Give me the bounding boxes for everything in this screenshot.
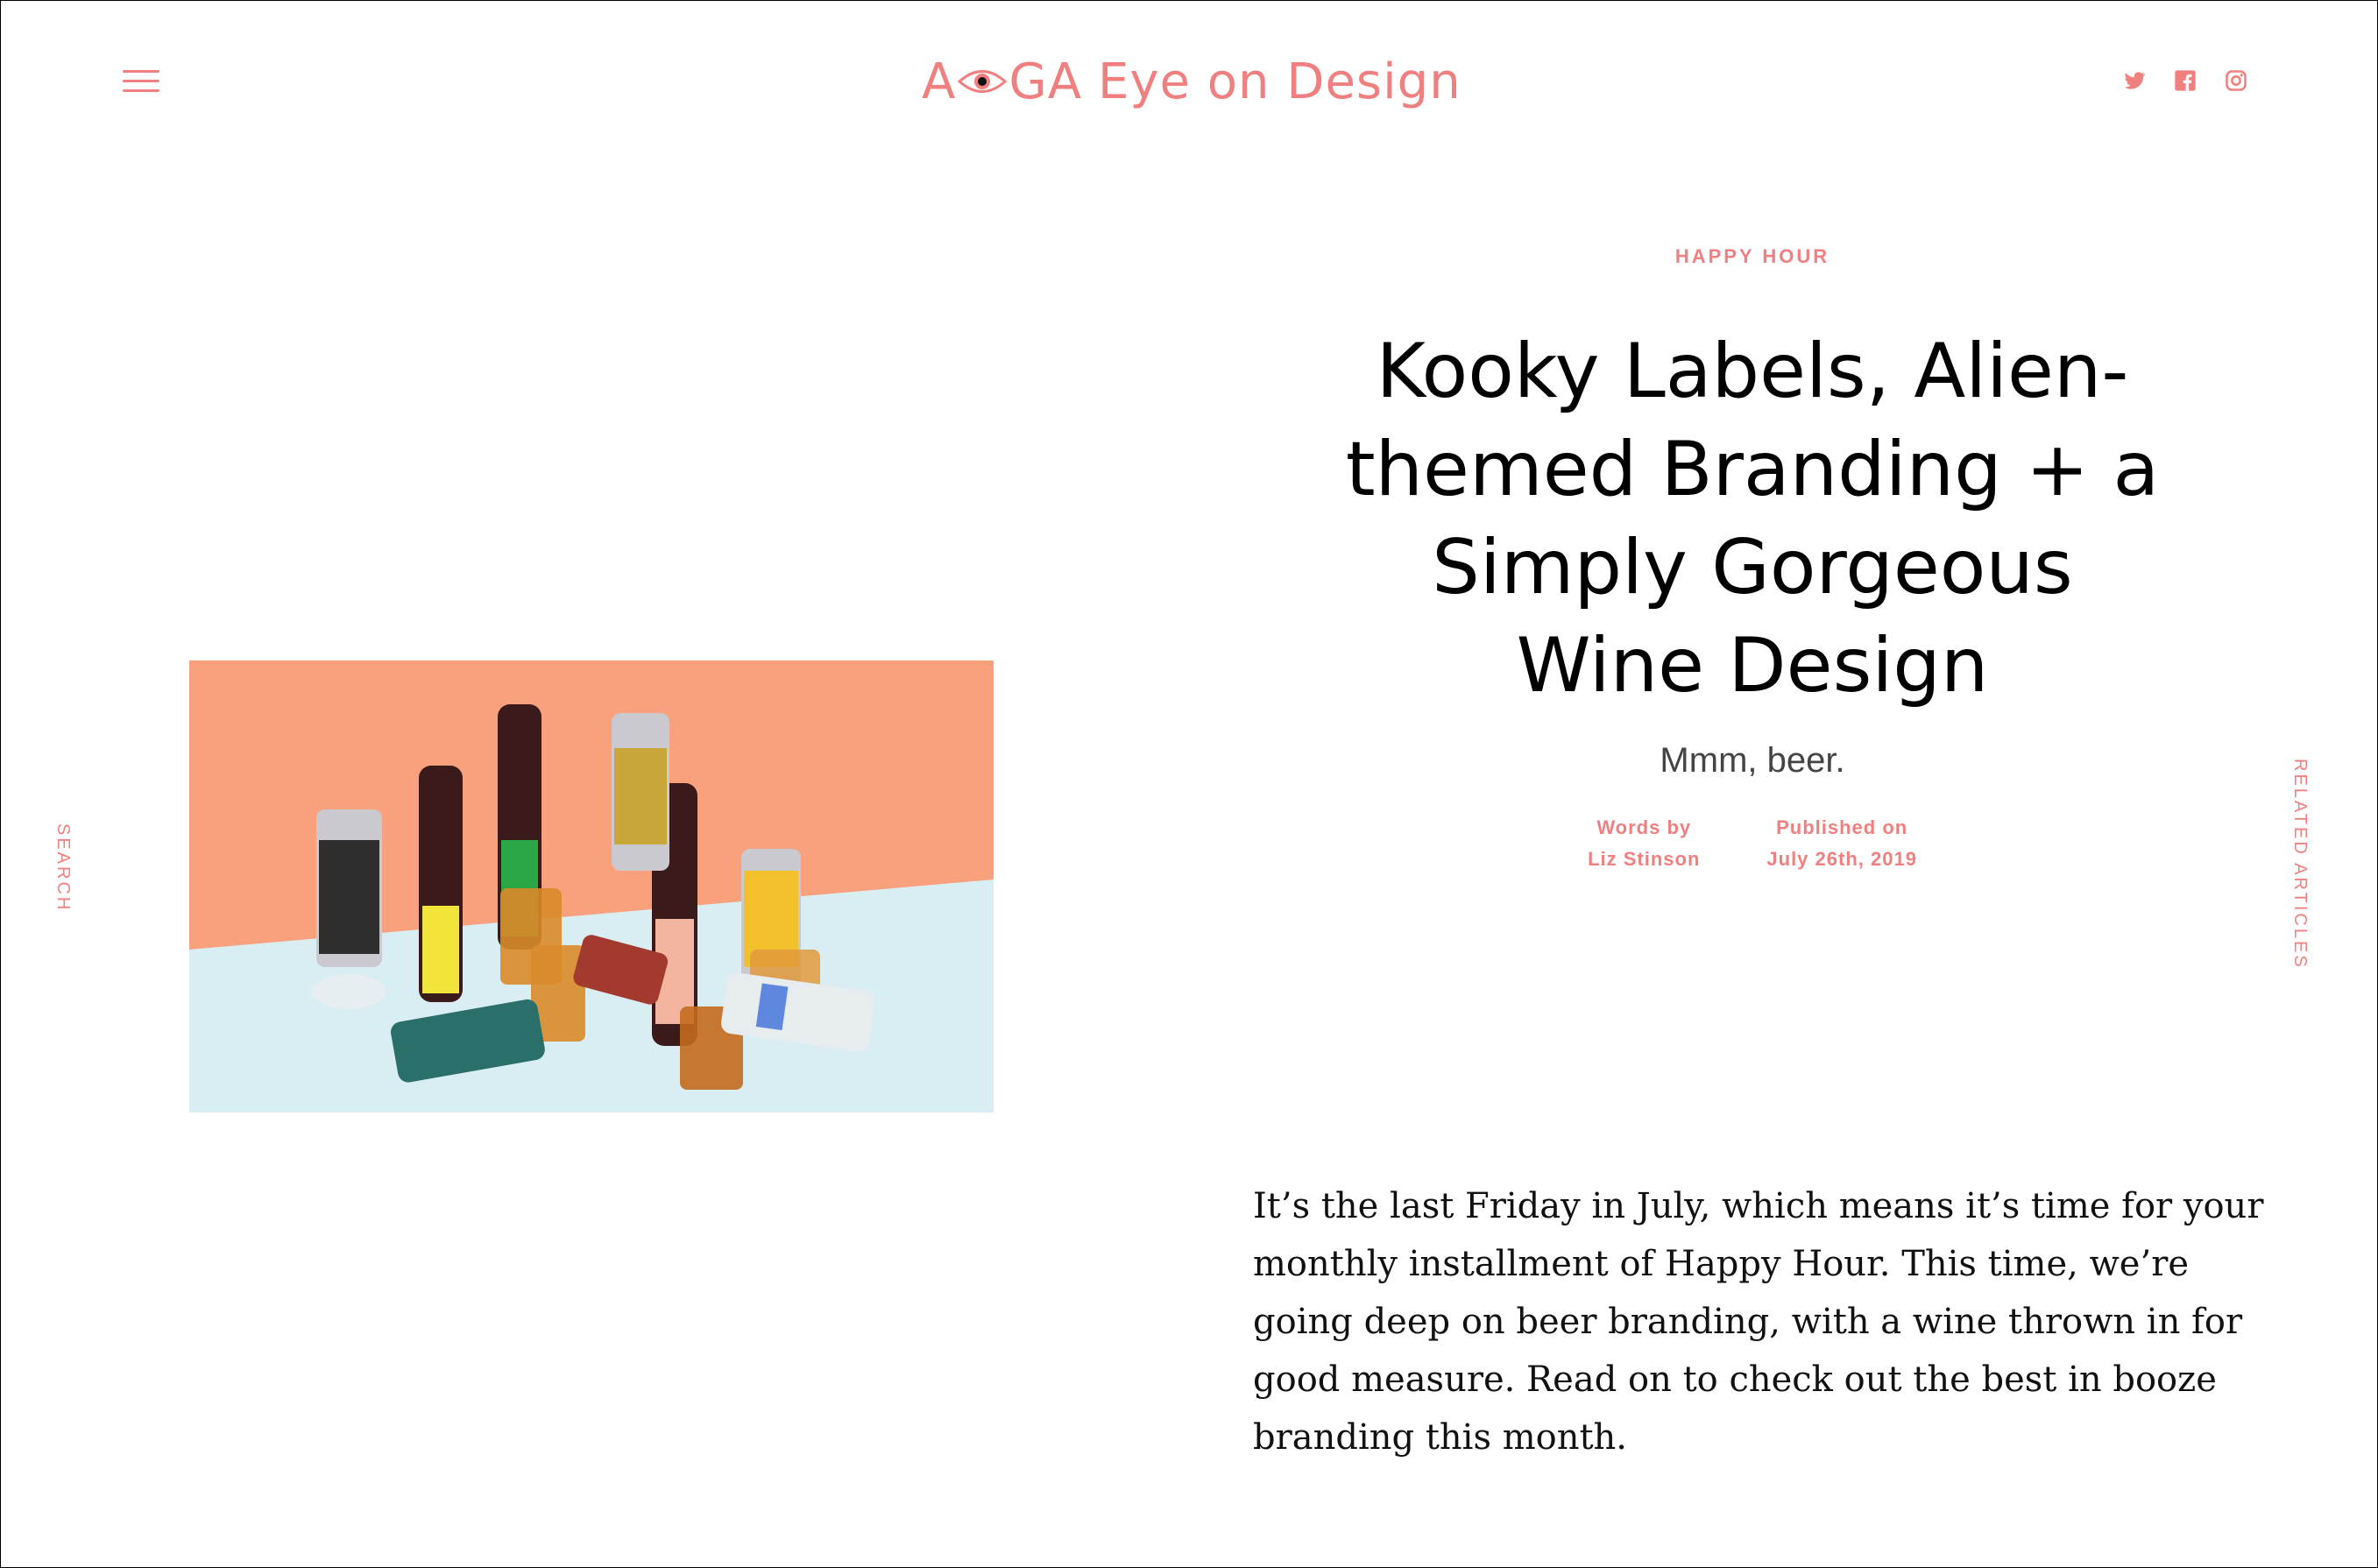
article-title: Kooky Labels, Alien-themed Branding + a … [1345,328,2160,710]
facebook-icon[interactable] [2173,68,2198,93]
site-logo[interactable]: A GA Eye on Design [922,51,1461,112]
article-meta: Words by Liz Stinson Published on July 2… [1279,812,2226,875]
related-articles-toggle[interactable]: RELATED ARTICLES [2290,759,2310,970]
hamburger-menu-icon[interactable] [123,70,159,95]
article-header: HAPPY HOUR Kooky Labels, Alien-themed Br… [1279,245,2226,875]
publish-info: Published on July 26th, 2019 [1766,812,1917,875]
social-links [2122,68,2248,93]
author-link[interactable]: Liz Stinson [1588,848,1700,870]
hero-image-beer-bottles [189,660,994,1112]
logo-letter-a: A [922,53,957,110]
article-intro-paragraph: It’s the last Friday in July, which mean… [1253,1186,2264,1458]
article-subtitle: Mmm, beer. [1660,741,1845,780]
logo-tagline: Eye on Design [1098,53,1461,110]
category-kicker[interactable]: HAPPY HOUR [1279,245,2226,268]
search-toggle[interactable]: SEARCH [53,823,73,912]
byline: Words by Liz Stinson [1588,812,1700,875]
instagram-icon[interactable] [2224,68,2248,93]
logo-aiga: A GA [922,53,1082,110]
eye-icon [958,70,1008,93]
published-date: July 26th, 2019 [1766,848,1917,870]
byline-label: Words by [1596,816,1692,838]
published-label: Published on [1776,816,1908,838]
twitter-icon[interactable] [2122,68,2147,93]
logo-letters-ga: GA [1009,53,1083,110]
